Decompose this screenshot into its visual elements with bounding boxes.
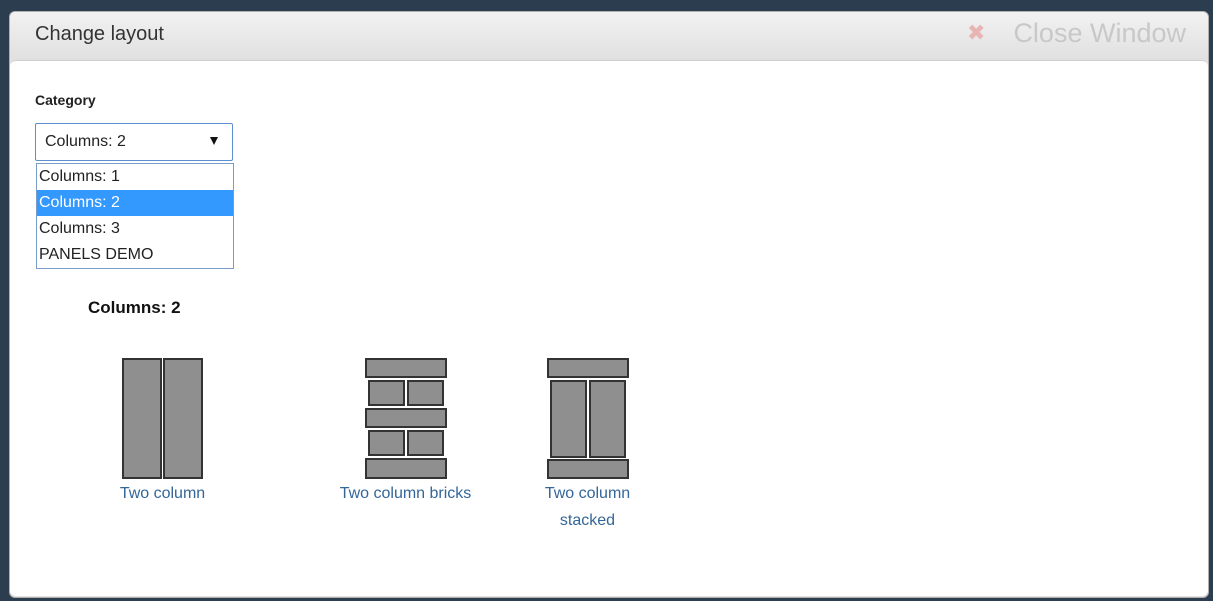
- category-select-value[interactable]: Columns: 2: [45, 133, 126, 151]
- layout-label[interactable]: Two column: [100, 480, 225, 507]
- change-layout-modal: Change layout ✖ Close Window Category Co…: [9, 11, 1209, 598]
- modal-titlebar: Change layout ✖ Close Window: [10, 12, 1208, 60]
- two-column-stacked-layout-icon[interactable]: [546, 358, 629, 480]
- category-option[interactable]: Columns: 3: [37, 216, 233, 242]
- layout-two-column-stacked[interactable]: Two column stacked: [525, 358, 650, 534]
- section-title: Columns: 2: [88, 298, 181, 317]
- modal-title: Change layout: [35, 23, 164, 45]
- layout-label[interactable]: Two column bricks: [313, 480, 498, 507]
- two-column-layout-icon[interactable]: [121, 358, 204, 480]
- layout-label[interactable]: Two column: [525, 480, 650, 507]
- category-option-selected[interactable]: Columns: 2: [37, 190, 233, 216]
- category-label: Category: [35, 92, 96, 108]
- layout-two-column[interactable]: Two column: [100, 358, 225, 507]
- layout-two-column-bricks[interactable]: Two column bricks: [313, 358, 498, 507]
- two-column-bricks-layout-icon[interactable]: [364, 358, 447, 480]
- layout-label-line2[interactable]: stacked: [525, 507, 650, 534]
- category-option[interactable]: Columns: 1: [37, 164, 233, 190]
- category-dropdown-list[interactable]: Columns: 1 Columns: 2 Columns: 3 PANELS …: [36, 163, 234, 269]
- modal-content: Category Columns: 2 Columns: 1 Columns: …: [10, 60, 1208, 596]
- category-option[interactable]: PANELS DEMO: [37, 242, 233, 268]
- close-x-icon[interactable]: ✖: [967, 21, 985, 46]
- close-window-label[interactable]: Close Window: [1013, 18, 1186, 49]
- dropdown-arrow-icon[interactable]: [210, 137, 218, 145]
- category-select[interactable]: Columns: 2: [35, 123, 233, 161]
- close-window-button[interactable]: ✖ Close Window: [967, 16, 1186, 50]
